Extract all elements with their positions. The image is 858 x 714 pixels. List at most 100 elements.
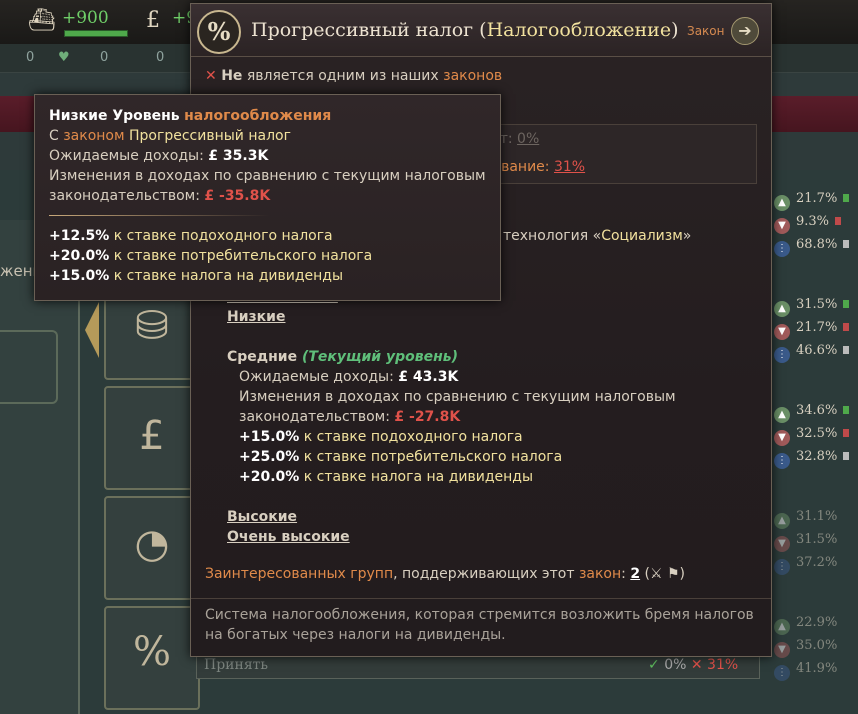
rate-value: +12.5% xyxy=(49,228,110,244)
info-icon: ⋮ xyxy=(774,347,790,363)
level-tooltip: Низкие Уровень налогообложения С законом… xyxy=(34,94,501,301)
percent-icon: % xyxy=(132,629,171,675)
current-level-tag: (Текущий уровень) xyxy=(301,349,459,365)
income-change-label: Изменения в доходах по сравнению с текущ… xyxy=(49,168,486,184)
rate-text: к ставке налога на дивиденды xyxy=(113,268,343,284)
coins-icon: ⛁ xyxy=(135,303,169,349)
arrow-right-icon[interactable]: ➔ xyxy=(731,17,759,45)
vote-no-value: 35.0% xyxy=(796,638,838,653)
vote-yes: ▲ 22.9% xyxy=(774,615,837,635)
expected-income: Ожидаемые доходы: £ 35.3K xyxy=(49,148,268,164)
check-icon: ✓ xyxy=(648,657,660,673)
income-change-label-2: законодательством: xyxy=(49,188,200,204)
thumbs-up-icon: ▲ xyxy=(774,619,790,635)
vote-abstain: ⋮ 46.6% xyxy=(774,343,850,363)
vote-no: ▼ 31.5% xyxy=(774,532,837,552)
income-value: +900 xyxy=(62,8,109,28)
pound-icon[interactable]: £ xyxy=(146,8,160,33)
tech-label: технология « xyxy=(503,228,602,244)
law-link[interactable]: законом xyxy=(63,128,124,144)
expected-income-label: Ожидаемые доходы: xyxy=(239,369,394,385)
rate-line: +25.0% к ставке потребительского налога xyxy=(239,449,562,465)
vote-abstain: ⋮ 37.2% xyxy=(774,555,837,575)
expected-income-label: Ожидаемые доходы: xyxy=(49,148,204,164)
rate-line: +20.0% к ставке налога на дивиденды xyxy=(239,469,533,485)
law-type-label: Закон xyxy=(687,24,725,38)
income-change-value: £ -27.8K xyxy=(394,409,461,425)
vote-no: ▼ 9.3% xyxy=(774,214,842,234)
taxation-link[interactable]: налогообложения xyxy=(184,108,331,124)
rate-value: +20.0% xyxy=(49,248,110,264)
rate-value: +15.0% xyxy=(49,268,110,284)
expected-income-value: £ 35.3K xyxy=(208,148,269,164)
rate-line: +12.5% к ставке подоходного налога xyxy=(49,228,333,244)
pie-chart-icon: ◔ xyxy=(134,521,170,567)
law-group[interactable]: Налогообложение xyxy=(487,19,671,41)
law-link[interactable]: закон xyxy=(579,566,621,582)
rate-line: +15.0% к ставке подоходного налога xyxy=(239,429,523,445)
vote-abstain-value: 41.9% xyxy=(796,661,838,676)
vote-no: ▼ 35.0% xyxy=(774,638,837,658)
rate-line: +15.0% к ставке налога на дивиденды xyxy=(49,268,343,284)
income-change-value: £ -35.8K xyxy=(204,188,271,204)
rate-text: к ставке потребительского налога xyxy=(113,248,373,264)
vote-no-value: 9.3% xyxy=(796,214,830,229)
level-high[interactable]: Высокие xyxy=(227,509,297,525)
vote-abstain-value: 46.6% xyxy=(796,343,838,358)
vote-yes-value: 31.5% xyxy=(796,297,838,312)
vote-abstain: ⋮ 41.9% xyxy=(774,661,837,681)
thumbs-down-icon: ▼ xyxy=(774,536,790,552)
igs-mid: , поддерживающих этот xyxy=(393,566,579,582)
law-card-pie[interactable]: ◔ xyxy=(104,496,200,600)
igs-colon: : xyxy=(621,566,626,582)
with-prefix: С xyxy=(49,128,59,144)
thumbs-down-icon: ▼ xyxy=(774,218,790,234)
thumbs-down-icon: ▼ xyxy=(774,430,790,446)
vote-abstain: ⋮ 32.8% xyxy=(774,449,850,469)
vote-abstain-value: 68.8% xyxy=(796,237,838,252)
rate-value: +25.0% xyxy=(239,449,300,465)
law-card-percent[interactable]: % xyxy=(104,606,200,710)
interest-groups-line: Заинтересованных групп, поддерживающих э… xyxy=(205,566,685,582)
expected-income: Ожидаемые доходы: £ 43.3K xyxy=(239,369,458,385)
level-very-high[interactable]: Очень высокие xyxy=(227,529,350,545)
law-group-close: ) xyxy=(671,19,679,41)
level-medium: Средние (Текущий уровень) xyxy=(227,349,458,365)
accept-no-pct: 31% xyxy=(707,657,739,673)
vote-abstain: ⋮ 68.8% xyxy=(774,237,850,257)
accept-button[interactable]: Принять xyxy=(204,657,268,673)
thumbs-down-icon: ▼ xyxy=(774,324,790,340)
accept-stats: ✓ 0% ✕ 31% xyxy=(648,657,738,673)
thumbs-up-icon: ▲ xyxy=(774,195,790,211)
info-icon: ⋮ xyxy=(774,559,790,575)
law-status: ✕ Не является одним из наших законов xyxy=(205,68,502,84)
heart-icon: ♥ xyxy=(58,50,70,65)
sub-stat-3: 0 xyxy=(156,50,165,65)
thumbs-up-icon: ▲ xyxy=(774,301,790,317)
divider xyxy=(49,215,269,216)
vote-no: ▼ 32.5% xyxy=(774,426,850,446)
rate-line: +20.0% к ставке потребительского налога xyxy=(49,248,372,264)
igs-icons: (⚔ ⚑) xyxy=(644,566,686,582)
accept-yes-pct: 0% xyxy=(664,657,687,673)
thumbs-down-icon: ▼ xyxy=(774,642,790,658)
interest-groups-link[interactable]: Заинтересованных групп xyxy=(205,566,393,582)
divider xyxy=(191,598,771,599)
income-change-label: Изменения в доходах по сравнению с текущ… xyxy=(239,389,676,405)
law-card-moneybag[interactable]: £ xyxy=(104,386,200,490)
thumbs-up-icon: ▲ xyxy=(774,513,790,529)
income-change: законодательством: £ -35.8K xyxy=(49,188,270,204)
info-icon: ⋮ xyxy=(774,665,790,681)
left-box[interactable] xyxy=(0,330,58,404)
level-low[interactable]: Низкие xyxy=(227,309,285,325)
laws-link[interactable]: законов xyxy=(443,68,502,84)
with-law-line: С законом Прогрессивный налог xyxy=(49,128,291,144)
rate-value: +15.0% xyxy=(239,429,300,445)
tech-name[interactable]: Социализм xyxy=(601,228,683,244)
ship-icon[interactable]: ⛴ xyxy=(28,8,56,33)
level-tooltip-title: Низкие Уровень налогообложения xyxy=(49,108,331,124)
vote-yes-value: 22.9% xyxy=(796,615,838,630)
support-value-1: 0% xyxy=(517,131,540,147)
income-progress xyxy=(64,30,128,37)
rate-text: к ставке налога на дивиденды xyxy=(303,469,533,485)
